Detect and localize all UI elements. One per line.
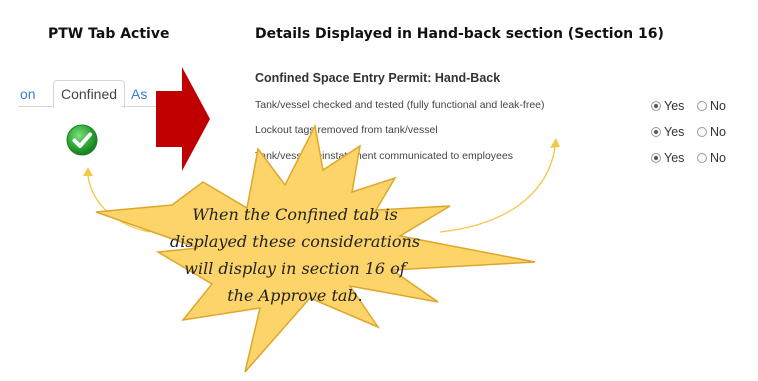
callout-line: will display in section 16 of bbox=[184, 259, 406, 278]
callout-text: When the Confined tab is displayed these… bbox=[150, 201, 440, 309]
callout-line: When the Confined tab is bbox=[192, 205, 398, 224]
callout-starburst bbox=[95, 123, 536, 373]
callout-line: the Approve tab. bbox=[227, 286, 363, 305]
callout-line: displayed these considerations bbox=[169, 232, 421, 251]
